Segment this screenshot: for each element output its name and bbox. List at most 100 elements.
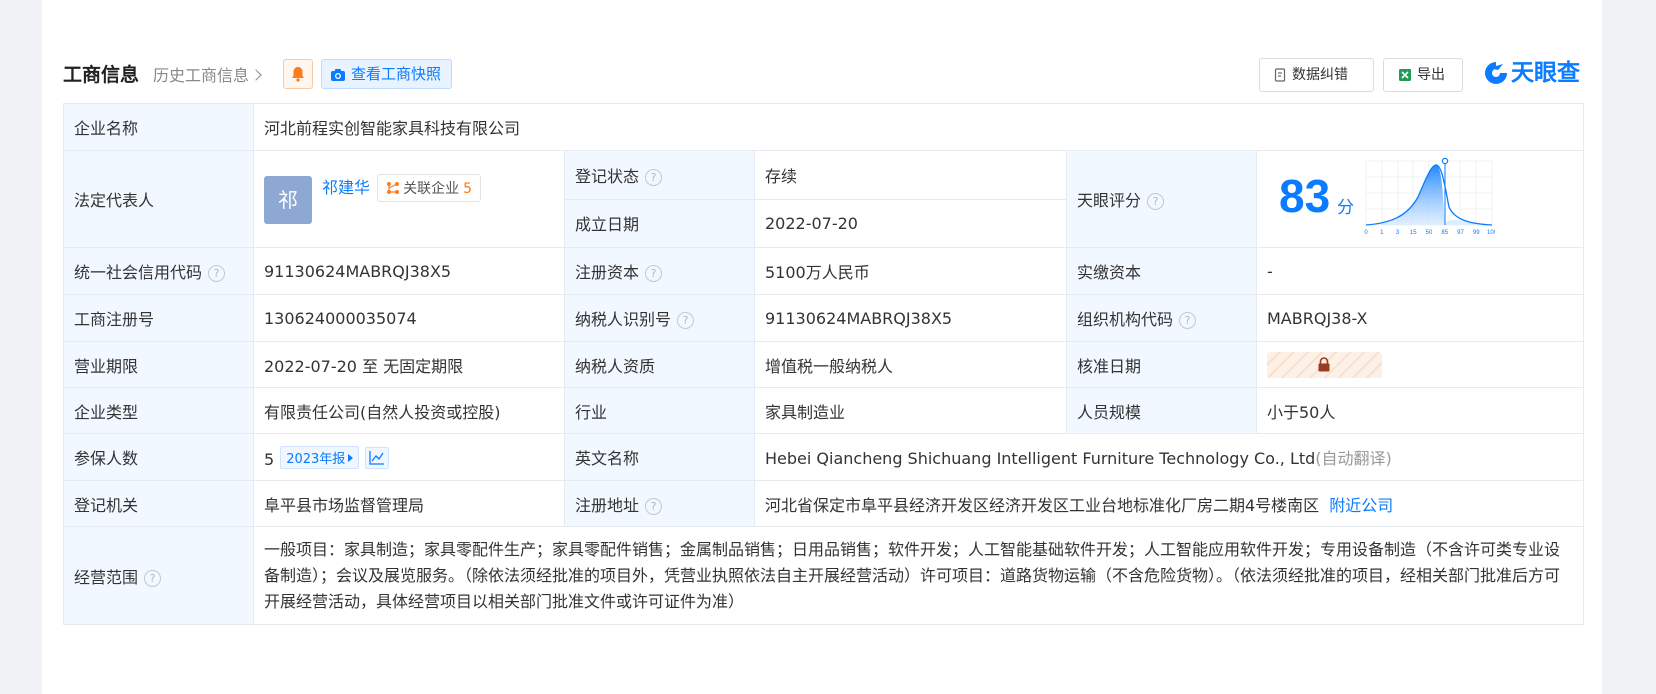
trend-chart-button[interactable] — [365, 446, 390, 469]
reg-address-cell: 河北省保定市阜平县经济开发区经济开发区工业台地标准化厂房二期4号楼南区 附近公司 — [753, 480, 1585, 527]
score-cell[interactable]: 83 分 0 1 3 15 50 85 97 99 100 — [1255, 150, 1585, 248]
auto-translate-note: (自动翻译) — [1315, 449, 1392, 468]
company-type-label: 企业类型 — [63, 387, 254, 434]
org-code-value: MABRQJ38-X — [1255, 294, 1585, 342]
help-icon[interactable]: ? — [208, 265, 226, 282]
lock-icon — [1318, 356, 1330, 371]
logo-mark-icon — [1485, 62, 1507, 84]
document-icon — [1274, 68, 1286, 82]
scope-value: 一般项目：家具制造；家具零配件生产；家具零配件销售；金属制品销售；日用品销售；软… — [252, 526, 1585, 625]
related-companies-badge[interactable]: 关联企业 5 — [377, 173, 482, 202]
help-icon[interactable]: ? — [1179, 312, 1197, 329]
paid-capital-label: 实缴资本 — [1066, 247, 1257, 295]
caret-right-icon — [348, 453, 354, 462]
reg-no-value: 130624000035074 — [253, 294, 565, 342]
excel-icon — [1399, 69, 1411, 81]
nearby-companies-link[interactable]: 附近公司 — [1329, 496, 1393, 515]
score-value: 83 — [1279, 170, 1331, 222]
company-name-value: 河北前程实创智能家具科技有限公司 — [252, 103, 1585, 151]
reg-address-value: 河北省保定市阜平县经济开发区经济开发区工业台地标准化厂房二期4号楼南区 — [765, 495, 1320, 515]
reg-address-label: 注册地址? — [564, 480, 755, 527]
score-unit: 分 — [1337, 198, 1354, 218]
tianyancha-logo: 天眼查 — [1483, 56, 1580, 90]
industry-label: 行业 — [564, 387, 755, 434]
history-link[interactable]: 历史工商信息 — [153, 62, 262, 86]
taxpayer-id-label: 纳税人识别号? — [564, 294, 755, 342]
score-label: 天眼评分? — [1066, 150, 1257, 248]
english-name-label: 英文名称 — [564, 433, 755, 481]
approve-date-label: 核准日期 — [1066, 341, 1257, 388]
reg-status-label: 登记状态? — [564, 150, 755, 200]
section-title: 工商信息 — [63, 64, 140, 86]
table-row: 经营范围? 一般项目：家具制造；家具零配件生产；家具零配件销售；金属制品销售；日… — [63, 526, 1585, 625]
scope-label: 经营范围? — [63, 526, 254, 625]
industry-value: 家具制造业 — [754, 387, 1067, 434]
taxpayer-id-value: 91130624MABRQJ38X5 — [754, 294, 1067, 342]
paid-capital-value: - — [1255, 247, 1585, 295]
help-icon[interactable]: ? — [645, 497, 663, 515]
annual-report-tag[interactable]: 2023年报 — [280, 445, 360, 469]
score-tick-label: 99 — [1473, 230, 1480, 236]
staff-size-label: 人员规模 — [1066, 387, 1257, 434]
export-button[interactable]: 导出 — [1383, 58, 1463, 92]
reg-authority-value: 阜平县市场监督管理局 — [253, 480, 565, 527]
score-tick-label: 85 — [1441, 230, 1448, 236]
help-icon[interactable]: ? — [645, 265, 663, 282]
staff-size-value: 小于50人 — [1255, 387, 1585, 434]
score-distribution-chart: 0 1 3 15 50 85 97 99 100 — [1364, 157, 1495, 236]
score-tick-label: 3 — [1396, 230, 1400, 236]
found-date-label: 成立日期 — [564, 198, 755, 248]
company-name-label: 企业名称 — [63, 103, 254, 151]
score-tick-label: 0 — [1364, 230, 1368, 236]
table-row: 工商注册号 130624000035074 纳税人识别号? 91130624MA… — [63, 294, 1585, 342]
notify-button[interactable] — [283, 59, 313, 89]
credit-code-value: 91130624MABRQJ38X5 — [253, 247, 565, 295]
section-header: 工商信息 历史工商信息 查看工商快照 数据纠错 导出 天眼查 — [63, 56, 1583, 92]
approve-date-value — [1255, 341, 1585, 388]
reg-status-value: 存续 — [754, 150, 1067, 200]
chevron-right-icon — [250, 69, 262, 81]
term-label: 营业期限 — [63, 341, 254, 388]
english-name-value: Hebei Qiancheng Shichuang Intelligent Fu… — [765, 449, 1316, 468]
term-value: 2022-07-20 至 无固定期限 — [253, 341, 565, 388]
score-widget[interactable]: 83 分 0 1 3 15 50 85 97 99 100 — [1257, 151, 1583, 247]
snapshot-button[interactable]: 查看工商快照 — [321, 59, 453, 89]
table-row: 法定代表人 祁祁建华 关联企业 5 登记状态? 存续 天眼评分? 83 分 0 … — [63, 150, 1585, 248]
bell-icon — [292, 67, 304, 82]
avatar[interactable]: 祁 — [264, 176, 312, 225]
table-row: 登记机关 阜平县市场监督管理局 注册地址? 河北省保定市阜平县经济开发区经济开发… — [63, 480, 1585, 527]
found-date-value: 2022-07-20 — [754, 198, 1067, 248]
insured-label: 参保人数 — [63, 433, 254, 481]
score-tick-label: 15 — [1410, 230, 1417, 236]
legal-rep-label: 法定代表人 — [63, 150, 254, 248]
table-row: 企业名称 河北前程实创智能家具科技有限公司 — [63, 103, 1585, 151]
reg-capital-label: 注册资本? — [564, 247, 755, 295]
reg-capital-value: 5100万人民币 — [754, 247, 1067, 295]
help-icon[interactable]: ? — [677, 312, 695, 329]
company-type-value: 有限责任公司(自然人投资或控股) — [253, 387, 565, 434]
table-row: 统一社会信用代码? 91130624MABRQJ38X5 注册资本? 5100万… — [63, 247, 1585, 295]
reg-authority-label: 登记机关 — [63, 480, 254, 527]
help-icon[interactable]: ? — [645, 168, 663, 186]
score-tick-label: 100 — [1487, 230, 1495, 236]
taxpayer-qual-label: 纳税人资质 — [564, 341, 755, 388]
org-code-label: 组织机构代码? — [1066, 294, 1257, 342]
score-tick-label: 1 — [1380, 230, 1384, 236]
help-icon[interactable]: ? — [144, 569, 162, 587]
insured-value: 5 — [264, 449, 275, 469]
vip-locked-field[interactable] — [1267, 351, 1382, 378]
score-tick-label: 97 — [1457, 230, 1464, 236]
english-name-cell: Hebei Qiancheng Shichuang Intelligent Fu… — [753, 433, 1585, 481]
legal-rep-name-link[interactable]: 祁建华 — [322, 174, 370, 198]
business-info-table: 企业名称 河北前程实创智能家具科技有限公司 法定代表人 祁祁建华 关联企业 5 登… — [63, 103, 1585, 625]
score-tick-label: 50 — [1426, 230, 1433, 236]
data-correction-button[interactable]: 数据纠错 — [1259, 58, 1374, 92]
table-row: 企业类型 有限责任公司(自然人投资或控股) 行业 家具制造业 人员规模 小于50… — [63, 387, 1585, 434]
legal-rep-cell: 祁祁建华 关联企业 5 — [253, 150, 565, 248]
table-row: 参保人数 5 2023年报 英文名称 Hebei Qiancheng Shichu… — [63, 433, 1585, 481]
credit-code-label: 统一社会信用代码? — [63, 247, 254, 295]
help-icon[interactable]: ? — [1147, 193, 1165, 210]
taxpayer-qual-value: 增值税一般纳税人 — [754, 341, 1067, 388]
line-chart-icon — [369, 450, 385, 465]
reg-no-label: 工商注册号 — [63, 294, 254, 342]
